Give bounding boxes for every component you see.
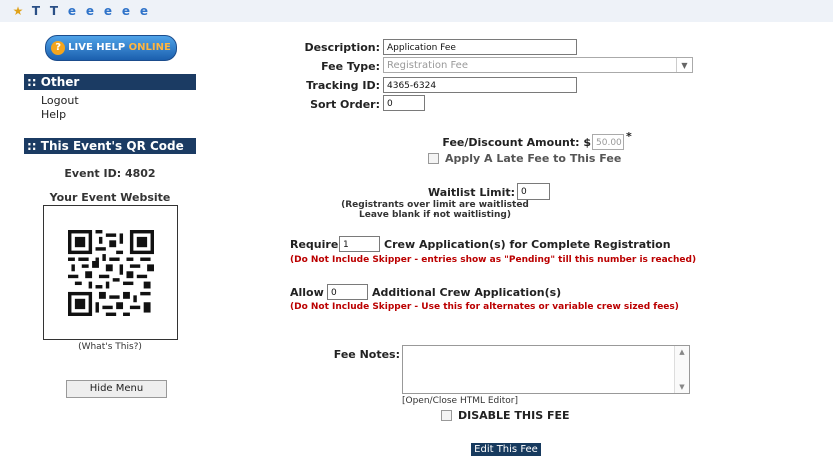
tracking-id-label: Tracking ID: [306, 79, 380, 92]
live-help-label: LIVE HELP [68, 42, 126, 53]
required-asterisk: * [626, 130, 632, 143]
waitlist-input[interactable]: 0 [517, 183, 550, 200]
fee-notes-scrollbar[interactable]: ▲ ▼ [674, 346, 689, 393]
allow-crew-label: Additional Crew Application(s) [372, 286, 562, 299]
t-icon[interactable]: T [29, 5, 43, 18]
waitlist-note-line2: Leave blank if not waitlisting) [359, 210, 511, 220]
fee-notes-label: Fee Notes: [333, 348, 400, 361]
disable-fee-checkbox[interactable] [441, 410, 452, 421]
other-section-header: :: Other [24, 74, 196, 90]
fee-notes-textarea[interactable]: ▲ ▼ [402, 345, 690, 394]
ie-icon[interactable]: e [83, 5, 97, 18]
live-help-button[interactable]: ? LIVE HELP ONLINE [45, 35, 177, 61]
live-help-online-label: ONLINE [128, 42, 171, 53]
favorites-star-icon[interactable]: ★ [11, 5, 25, 18]
scroll-up-icon[interactable]: ▲ [675, 348, 689, 356]
browser-toolbar: ★ T T e e e e e [0, 0, 833, 22]
event-id: Event ID: 4802 [64, 167, 156, 180]
tracking-id-input[interactable]: 4365-6324 [383, 77, 577, 93]
hide-menu-button[interactable]: Hide Menu [66, 380, 167, 398]
sort-order-input[interactable]: 0 [383, 95, 425, 111]
sort-order-label: Sort Order: [310, 98, 380, 111]
fee-type-select[interactable]: Registration Fee ▼ [383, 57, 693, 73]
t-icon[interactable]: T [47, 5, 61, 18]
allow-crew-input[interactable]: 0 [327, 284, 368, 300]
help-question-icon: ? [51, 41, 66, 55]
help-link[interactable]: Help [41, 108, 66, 121]
require-crew-input[interactable]: 1 [339, 236, 380, 252]
waitlist-label: Waitlist Limit: [427, 186, 515, 199]
scroll-down-icon[interactable]: ▼ [675, 383, 689, 391]
whats-this-link[interactable]: (What's This?) [24, 342, 196, 352]
late-fee-checkbox[interactable] [428, 153, 439, 164]
logout-link[interactable]: Logout [41, 94, 79, 107]
fee-type-label: Fee Type: [321, 60, 380, 73]
edit-fee-button[interactable]: Edit This Fee [471, 443, 541, 456]
fee-amount-label: Fee/Discount Amount: $ [442, 136, 591, 149]
disable-fee-label: DISABLE THIS FEE [458, 409, 570, 422]
allow-label: Allow [290, 286, 324, 299]
ie-icon[interactable]: e [101, 5, 115, 18]
ie-icon[interactable]: e [65, 5, 79, 18]
event-website-label: Your Event Website [49, 191, 171, 204]
allow-crew-note: (Do Not Include Skipper - Use this for a… [290, 302, 679, 312]
description-input[interactable]: Application Fee [383, 39, 577, 55]
require-label: Require [290, 238, 339, 251]
fee-type-value: Registration Fee [387, 60, 468, 71]
ie-icon[interactable]: e [137, 5, 151, 18]
qr-code-icon [68, 230, 154, 316]
chevron-down-icon: ▼ [676, 58, 692, 72]
description-label: Description: [304, 41, 380, 54]
fee-amount-input[interactable]: 50.00 [592, 134, 624, 150]
require-crew-note: (Do Not Include Skipper - entries show a… [290, 255, 697, 265]
ie-icon[interactable]: e [119, 5, 133, 18]
require-crew-label: Crew Application(s) for Complete Registr… [384, 238, 671, 251]
late-fee-label: Apply A Late Fee to This Fee [445, 152, 622, 165]
qr-section-header: :: This Event's QR Code [24, 138, 196, 154]
qr-code-box[interactable] [43, 205, 178, 340]
html-editor-toggle[interactable]: [Open/Close HTML Editor] [402, 396, 518, 406]
